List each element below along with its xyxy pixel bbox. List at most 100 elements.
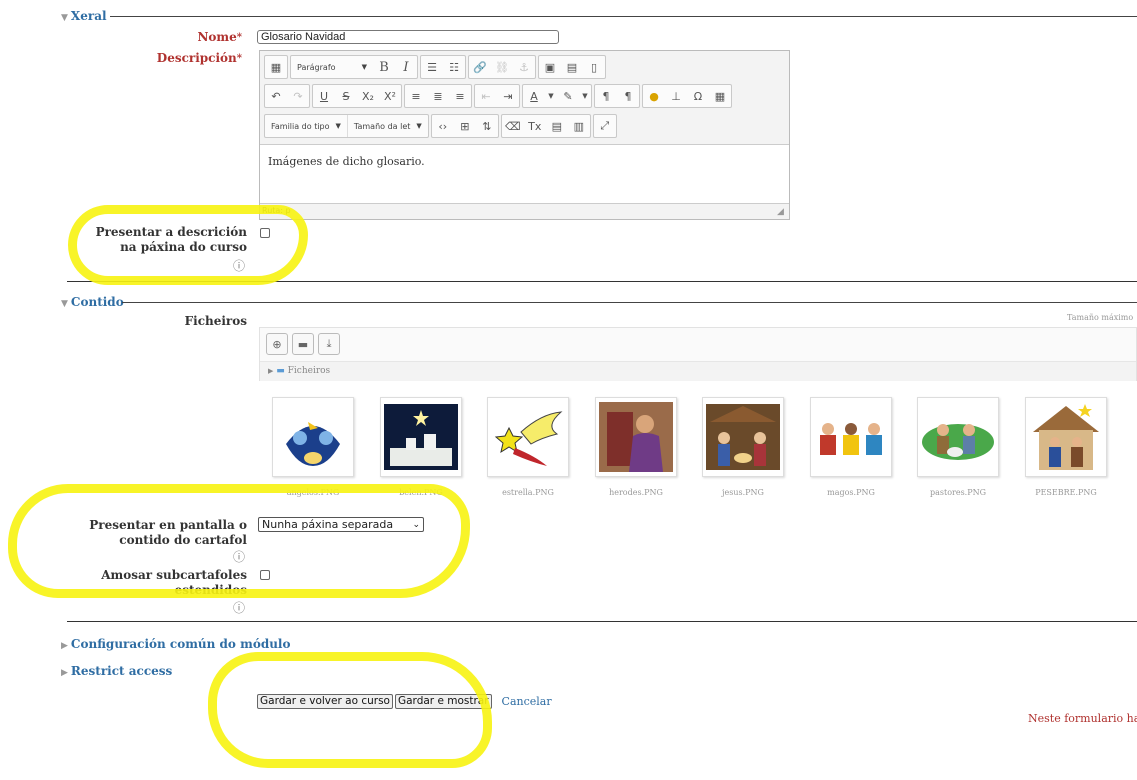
create-folder-icon[interactable]: ▬ <box>292 333 314 355</box>
save-display-button[interactable]: Gardar e mostrar <box>394 694 492 709</box>
toolbar-group: 🔗 ⛓ ⚓ <box>468 55 536 79</box>
section-restrict-access[interactable]: ▶ Restrict access <box>61 664 172 678</box>
shepherds-image <box>917 397 999 477</box>
section-content-legend[interactable]: ▼ Contido <box>61 295 124 309</box>
ltr-icon[interactable]: ¶ <box>595 85 617 107</box>
file-item[interactable]: angelos.PNG <box>272 397 354 497</box>
text-color-icon[interactable]: A <box>523 85 545 107</box>
undo-icon[interactable]: ↶ <box>265 85 287 107</box>
toolbar-toggle-icon[interactable]: ▦ <box>265 56 287 78</box>
add-file-icon[interactable]: ⊕ <box>266 333 288 355</box>
align-left-icon[interactable]: ≡ <box>405 85 427 107</box>
image-icon[interactable]: ▣ <box>539 56 561 78</box>
file-item[interactable]: pastores.PNG <box>917 397 999 497</box>
file-item[interactable]: estrella.PNG <box>487 397 569 497</box>
form-actions: Gardar e volver ao curso Gardar e mostra… <box>257 694 552 709</box>
toolbar-group: ≡ ≣ ≡ <box>404 84 472 108</box>
font-family-select[interactable]: Familia do tipo ▼ <box>265 115 347 137</box>
emoticon-icon[interactable]: ● <box>643 85 665 107</box>
wise-men-image <box>810 397 892 477</box>
numbered-list-icon[interactable]: ☷ <box>443 56 465 78</box>
divider <box>110 16 1137 17</box>
angels-image <box>272 397 354 477</box>
font-size-select[interactable]: Tamaño da let ▼ <box>346 115 428 137</box>
download-icon[interactable]: ⤓ <box>318 333 340 355</box>
fullscreen-icon[interactable]: ⤢ <box>594 115 616 137</box>
superscript-icon[interactable]: X² <box>379 85 401 107</box>
unlink-icon[interactable]: ⛓ <box>491 56 513 78</box>
name-label: Nome* <box>197 30 242 44</box>
rtl-icon[interactable]: ¶ <box>617 85 639 107</box>
toolbar-group: ↶ ↷ <box>264 84 310 108</box>
cancel-link[interactable]: Cancelar <box>502 695 552 708</box>
expanded-subfolders-label: Amosar subcartafoles estendidos <box>101 568 247 597</box>
clear-formatting-icon[interactable]: Tx <box>524 115 546 137</box>
breadcrumb: ▶ ▬ Ficheiros <box>260 361 1136 381</box>
table-icon[interactable]: ▦ <box>709 85 731 107</box>
align-center-icon[interactable]: ≣ <box>427 85 449 107</box>
required-icon: * <box>236 32 242 43</box>
background-color-icon[interactable]: ✎ <box>557 85 579 107</box>
save-return-button[interactable]: Gardar e volver ao curso <box>257 694 393 709</box>
equation-icon[interactable]: ⊥ <box>665 85 687 107</box>
special-character-icon[interactable]: Ω <box>687 85 709 107</box>
collapse-triangle-icon: ▼ <box>61 13 68 23</box>
indent-icon[interactable]: ⇥ <box>497 85 519 107</box>
media-icon[interactable]: ▤ <box>561 56 583 78</box>
help-icon[interactable]: ⓘ <box>233 548 245 565</box>
link-icon[interactable]: 🔗 <box>469 56 491 78</box>
collapse-triangle-icon: ▼ <box>61 299 68 309</box>
strikethrough-icon[interactable]: S <box>335 85 357 107</box>
divider <box>67 281 1137 282</box>
nativity-image <box>702 397 784 477</box>
section-general-legend[interactable]: ▼ Xeral <box>61 9 107 23</box>
file-item[interactable]: jesus.PNG <box>702 397 784 497</box>
resize-handle-icon[interactable]: ◢ <box>777 207 787 217</box>
toolbar-group: U S X₂ X² <box>312 84 402 108</box>
description-editor[interactable]: ▦ Parágrafo ▼ B I ☰ ☷ 🔗 ⛓ ⚓ ▣ ▤ ▯ ↶ ↷ U … <box>259 50 790 220</box>
dropdown-arrow-icon[interactable]: ▼ <box>579 85 591 107</box>
name-input[interactable] <box>257 30 559 44</box>
dropdown-arrow-icon: ▼ <box>361 63 367 71</box>
bold-icon[interactable]: B <box>373 56 395 78</box>
outdent-icon[interactable]: ⇤ <box>475 85 497 107</box>
file-icon[interactable]: ▯ <box>583 56 605 78</box>
star-image <box>487 397 569 477</box>
dropdown-arrow-icon: ▼ <box>335 122 341 130</box>
toolbar-group: Parágrafo ▼ B I <box>290 55 418 79</box>
align-right-icon[interactable]: ≡ <box>449 85 471 107</box>
italic-icon[interactable]: I <box>395 56 417 78</box>
paste-text-icon[interactable]: ▤ <box>546 115 568 137</box>
find-icon[interactable]: ⊞ <box>454 115 476 137</box>
subscript-icon[interactable]: X₂ <box>357 85 379 107</box>
divider <box>122 302 1137 303</box>
bullet-list-icon[interactable]: ☰ <box>421 56 443 78</box>
underline-icon[interactable]: U <box>313 85 335 107</box>
help-icon[interactable]: ⓘ <box>233 599 245 616</box>
expanded-subfolders-checkbox[interactable] <box>260 570 270 580</box>
editor-path: Ruta: p <box>262 206 291 215</box>
breadcrumb-folder[interactable]: Ficheiros <box>288 366 331 376</box>
paste-word-icon[interactable]: ▥ <box>568 115 590 137</box>
code-icon[interactable]: ‹› <box>432 115 454 137</box>
editor-content[interactable]: Imágenes de dicho glosario. <box>260 144 789 204</box>
toolbar-group: A ▼ ✎ ▼ <box>522 84 592 108</box>
section-common-settings[interactable]: ▶ Configuración común do módulo <box>61 637 291 651</box>
help-icon[interactable]: ⓘ <box>233 257 245 274</box>
redo-icon[interactable]: ↷ <box>287 85 309 107</box>
file-item[interactable]: belen.PNG <box>380 397 462 497</box>
description-label: Descripción* <box>156 51 242 65</box>
toolbar-group: ‹› ⊞ ⇅ <box>430 114 499 138</box>
file-item[interactable]: PESEBRE.PNG <box>1025 397 1107 497</box>
file-item[interactable]: magos.PNG <box>810 397 892 497</box>
anchor-icon[interactable]: ⚓ <box>513 56 535 78</box>
filemanager-toolbar: ⊕ ▬ ⤓ ▶ ▬ Ficheiros <box>259 327 1137 381</box>
paragraph-format-select[interactable]: Parágrafo ▼ <box>291 56 373 78</box>
dropdown-arrow-icon[interactable]: ▼ <box>545 85 557 107</box>
replace-icon[interactable]: ⇅ <box>476 115 498 137</box>
file-item[interactable]: herodes.PNG <box>595 397 677 497</box>
toolbar-group: Familia do tipo ▼ Tamaño da let ▼ <box>264 114 429 138</box>
show-description-checkbox[interactable] <box>260 228 270 238</box>
clean-icon[interactable]: ⌫ <box>502 115 524 137</box>
display-content-select[interactable]: Nunha páxina separada ⌄ <box>258 517 424 532</box>
